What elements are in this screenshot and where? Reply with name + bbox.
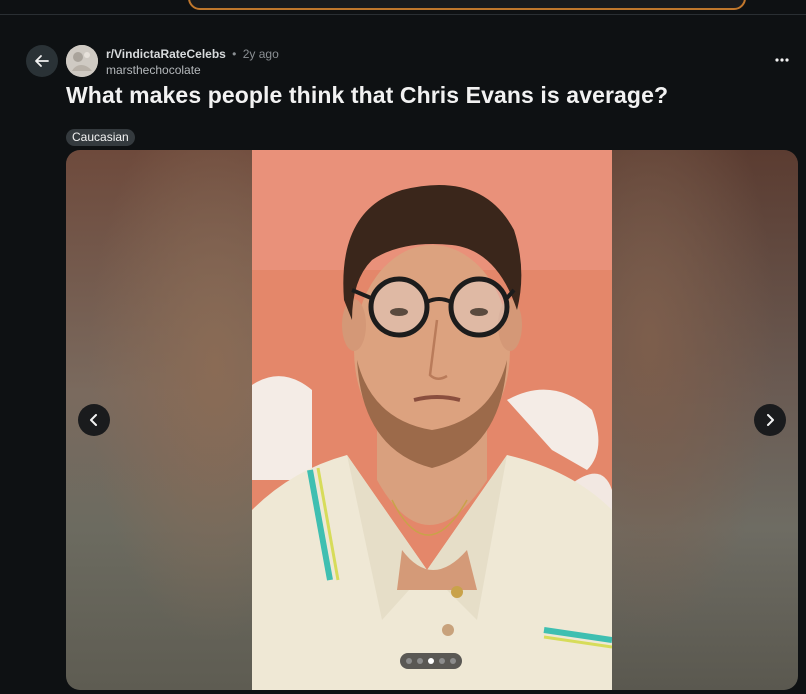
arrow-left-icon xyxy=(35,55,49,67)
gallery-prev-button[interactable] xyxy=(78,404,110,436)
gallery-pagination-dots xyxy=(400,653,462,669)
more-horizontal-icon xyxy=(775,58,789,62)
chevron-left-icon xyxy=(90,414,97,426)
post-meta: r/VindictaRateCelebs • 2y ago marsthecho… xyxy=(106,46,279,78)
post-flair[interactable]: Caucasian xyxy=(66,129,135,146)
subreddit-link[interactable]: r/VindictaRateCelebs xyxy=(106,47,226,61)
gallery-dot[interactable] xyxy=(439,658,445,664)
gallery-photo[interactable] xyxy=(252,150,612,690)
avatar-image xyxy=(66,45,98,77)
back-button[interactable] xyxy=(26,45,58,77)
post-timestamp: 2y ago xyxy=(242,47,279,61)
gallery-dot[interactable] xyxy=(417,658,423,664)
search-bar[interactable] xyxy=(188,0,746,10)
gallery-dot[interactable] xyxy=(406,658,412,664)
gallery-dot[interactable] xyxy=(428,658,434,664)
top-navigation-bar xyxy=(0,0,806,15)
gallery-next-button[interactable] xyxy=(754,404,786,436)
post-title: What makes people think that Chris Evans… xyxy=(66,82,669,108)
subreddit-avatar[interactable] xyxy=(66,45,98,77)
image-gallery[interactable] xyxy=(66,150,798,690)
chevron-right-icon xyxy=(767,414,774,426)
gallery-dot[interactable] xyxy=(450,658,456,664)
author-link[interactable]: marsthechocolate xyxy=(106,62,279,78)
portrait-illustration xyxy=(252,150,612,690)
meta-separator: • xyxy=(232,47,237,61)
more-options-button[interactable] xyxy=(766,48,798,72)
